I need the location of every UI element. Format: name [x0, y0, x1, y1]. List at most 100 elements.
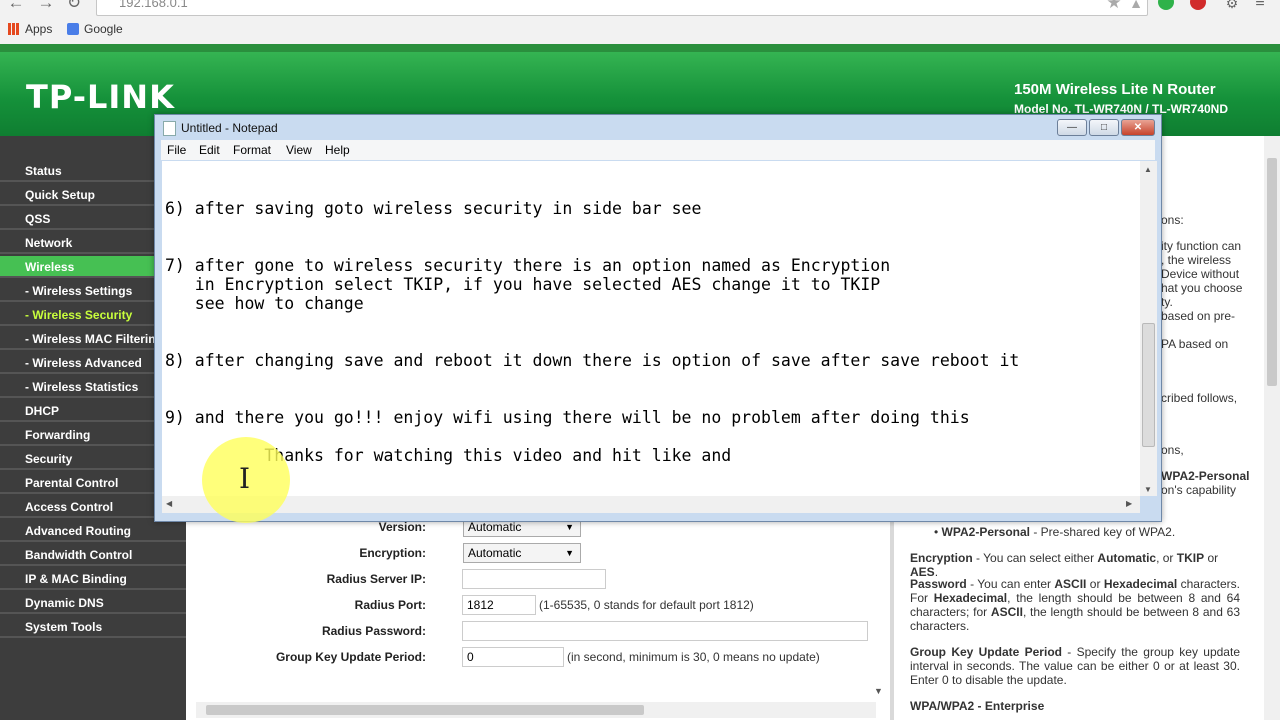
help-term: Encryption	[910, 551, 973, 565]
header-stripe	[0, 44, 1280, 52]
encryption-select[interactable]: Automatic ▼	[463, 543, 581, 563]
menu-icon[interactable]: ≡	[1250, 0, 1270, 12]
sidebar-item[interactable]: IP & MAC Binding	[0, 568, 186, 590]
notepad-menu-item[interactable]: Format	[233, 143, 271, 157]
help-term: WPA2-Personal	[941, 525, 1031, 539]
notepad-menu-item[interactable]: File	[167, 143, 186, 157]
forward-arrow-icon[interactable]: →	[36, 0, 56, 12]
bookmark-google[interactable]: Google	[67, 22, 123, 38]
notepad-text-area[interactable]: 6) after saving goto wireless security i…	[162, 161, 1140, 496]
notepad-menu-item[interactable]: Help	[325, 143, 350, 157]
text-cursor-icon: I	[239, 462, 251, 495]
notepad-menu-item[interactable]: Edit	[199, 143, 220, 157]
notepad-horizontal-scrollbar[interactable]: ◀ ▶	[162, 496, 1140, 513]
help-group-key: Group Key Update Period - Specify the gr…	[910, 645, 1240, 687]
radius-password-input[interactable]	[462, 621, 868, 641]
sidebar-item[interactable]: System Tools	[0, 616, 186, 638]
help-fragment: , the wireless	[1161, 253, 1232, 267]
help-term: Hexadecimal	[1103, 577, 1178, 591]
version-value: Automatic	[468, 520, 522, 534]
notepad-scrollbar-thumb[interactable]	[1142, 323, 1155, 447]
scroll-up-arrow-icon[interactable]: ▲	[1144, 165, 1152, 174]
group-key-input[interactable]: 0	[462, 647, 564, 667]
help-fragment: WPA2-Personal	[1161, 469, 1250, 483]
radius-port-note: (1-65535, 0 stands for default port 1812…	[539, 598, 754, 612]
sidebar-item[interactable]: Bandwidth Control	[0, 544, 186, 566]
scroll-down-arrow-icon[interactable]: ▼	[1144, 485, 1152, 494]
help-fragment: ons,	[1161, 443, 1184, 457]
browser-toolbar: ← → ↻ 192.168.0.1 ★ ▲ ⚙ ≡ Apps Google	[0, 0, 1280, 45]
help-term: Automatic	[1097, 551, 1157, 565]
encryption-value: Automatic	[468, 546, 522, 560]
maximize-button[interactable]: □	[1089, 119, 1119, 136]
help-text: - Pre-shared key of WPA2.	[1030, 525, 1176, 539]
notepad-line: 8) after changing save and reboot it dow…	[165, 351, 1020, 370]
minimize-button[interactable]: —	[1057, 119, 1087, 136]
help-term: Group Key Update Period	[910, 645, 1062, 659]
content-scrollbar-thumb[interactable]	[206, 705, 644, 715]
help-fragment: ity function can	[1161, 239, 1242, 253]
help-text: - You can select either	[972, 551, 1098, 565]
page-scrollbar-thumb[interactable]	[1267, 158, 1277, 386]
notepad-line: in Encryption select TKIP, if you have s…	[165, 275, 881, 294]
notepad-icon	[163, 121, 176, 136]
notepad-window[interactable]: Untitled - Notepad — □ ✕ File Edit Format V…	[154, 114, 1162, 522]
notepad-line: see how to change	[165, 294, 364, 313]
version-label: Version:	[378, 520, 426, 534]
radius-port-label: Radius Port:	[354, 598, 426, 612]
radius-ip-label: Radius Server IP:	[326, 572, 426, 586]
help-term: Password	[910, 577, 967, 591]
extension-red-icon[interactable]	[1190, 0, 1206, 10]
bookmark-apps[interactable]: Apps	[8, 22, 52, 38]
notepad-menu-item[interactable]: View	[286, 143, 312, 157]
scroll-left-arrow-icon[interactable]: ◀	[166, 499, 172, 508]
notepad-title: Untitled - Notepad	[181, 121, 278, 135]
help-fragment: cribed follows,	[1161, 391, 1238, 405]
help-fragment: based on pre-	[1161, 309, 1236, 323]
help-fragment: ty.	[1161, 295, 1173, 309]
url-text: 192.168.0.1	[119, 0, 188, 10]
group-key-label: Group Key Update Period:	[275, 650, 426, 664]
help-fragment: Device without	[1161, 267, 1240, 281]
radius-port-input[interactable]: 1812	[462, 595, 536, 615]
help-text: , or	[1156, 551, 1177, 565]
star-icon[interactable]: ★	[1104, 0, 1124, 12]
close-button[interactable]: ✕	[1121, 119, 1155, 136]
help-term: ASCII	[990, 605, 1023, 619]
address-bar[interactable]: 192.168.0.1	[96, 0, 1148, 16]
back-arrow-icon[interactable]: ←	[6, 0, 26, 12]
tp-link-logo: TP-LINK	[26, 78, 175, 116]
scroll-right-arrow-icon[interactable]: ▶	[1126, 499, 1132, 508]
extension-green-icon[interactable]	[1158, 0, 1174, 10]
apps-grid-icon	[8, 23, 20, 35]
bookmark-google-label: Google	[84, 22, 123, 36]
scroll-down-arrow-icon[interactable]: ▼	[874, 686, 883, 696]
help-text: - You can enter	[966, 577, 1055, 591]
help-encryption: Encryption - You can select either Autom…	[910, 551, 1240, 579]
notepad-line: 9) and there you go!!! enjoy wifi using …	[165, 408, 970, 427]
help-term: Hexadecimal	[933, 591, 1008, 605]
reload-icon[interactable]: ↻	[64, 0, 84, 12]
help-fragment: ons:	[1161, 213, 1184, 227]
sidebar-item[interactable]: Dynamic DNS	[0, 592, 186, 614]
pin-icon[interactable]: ▲	[1126, 0, 1146, 12]
google-icon	[67, 23, 79, 35]
extension-icon[interactable]: ⚙	[1222, 0, 1242, 12]
radius-ip-input[interactable]	[462, 569, 606, 589]
radius-password-label: Radius Password:	[321, 624, 426, 638]
bookmark-apps-label: Apps	[25, 22, 53, 36]
help-fragment: on's capability	[1161, 483, 1236, 497]
product-name: 150M Wireless Lite N Router	[1014, 81, 1216, 98]
chevron-down-icon: ▼	[565, 548, 574, 558]
sidebar-item[interactable]: Advanced Routing	[0, 520, 186, 542]
notepad-line: 7) after gone to wireless security there…	[165, 256, 891, 275]
help-password: Password - You can enter ASCII or Hexade…	[910, 577, 1240, 633]
help-fragment: hat you choose	[1161, 281, 1243, 295]
help-fragment: PA based on	[1161, 337, 1229, 351]
help-text: or	[1204, 551, 1219, 565]
help-wpa2-personal: • WPA2-Personal - Pre-shared key of WPA2…	[934, 525, 1176, 539]
help-text: or	[1086, 577, 1104, 591]
notepad-line: 6) after saving goto wireless security i…	[165, 199, 702, 218]
encryption-label: Encryption:	[359, 546, 426, 560]
help-enterprise-heading: WPA/WPA2 - Enterprise	[910, 699, 1045, 713]
